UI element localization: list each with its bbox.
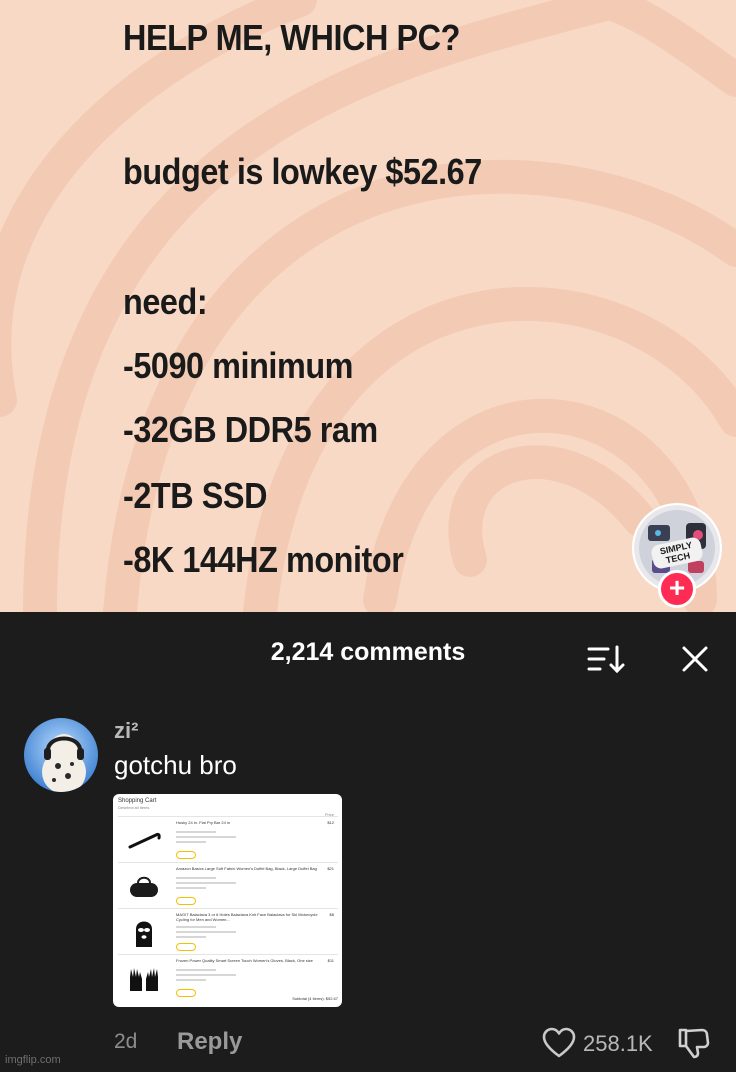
cart-subtotal: Subtotal (4 items): $52.67 (292, 996, 338, 1001)
comment-text: gotchu bro (114, 750, 237, 780)
caption-line: -2TB SSD (123, 475, 268, 516)
cart-item: Husky 24 in. Flat Pry Bar 24 in $12 (118, 816, 338, 863)
cart-item-name: Frozen Power Quality Smart Screen Touch … (176, 958, 313, 963)
comment-timestamp: 2d (114, 1030, 138, 1053)
caption-line: budget is lowkey $52.67 (123, 151, 482, 192)
thumbs-down-icon[interactable] (676, 1026, 712, 1060)
follow-button[interactable]: + (658, 570, 696, 608)
comment-username[interactable]: zi² (114, 718, 138, 744)
swirl-background (0, 0, 736, 612)
reply-button[interactable]: Reply (177, 1028, 242, 1056)
cart-item-price: $21 (327, 866, 334, 871)
cart-item-name: Amazon Basics Large Soft Fabric Women's … (176, 866, 317, 871)
heart-icon[interactable] (542, 1027, 576, 1059)
comments-sheet: 2,214 comments zi² gotchu bro Shopping C… (0, 612, 736, 1072)
cart-item: Amazon Basics Large Soft Fabric Women's … (118, 862, 338, 909)
ski-mask-icon (136, 921, 152, 947)
cart-item: MAGIT Balaclava 3 or 6 Holes Balaclava K… (118, 908, 338, 955)
commenter-avatar[interactable] (24, 718, 98, 792)
caption-line: need: (123, 281, 208, 322)
cart-subtitle: Deselect all items (118, 805, 150, 810)
cart-item: Frozen Power Quality Smart Screen Touch … (118, 954, 338, 1001)
cart-title: Shopping Cart (118, 798, 157, 804)
caption-line: -5090 minimum (123, 345, 354, 386)
comment-attachment-image[interactable]: Shopping Cart Deselect all items Price H… (113, 794, 342, 1007)
cart-item-name: Husky 24 in. Flat Pry Bar 24 in (176, 820, 231, 825)
cart-item-price: $12 (327, 820, 334, 825)
duffel-bag-icon (130, 876, 158, 897)
watermark: imgflip.com (5, 1054, 61, 1066)
sort-icon[interactable] (586, 642, 626, 676)
close-icon[interactable] (678, 642, 712, 676)
video-area[interactable]: HELP ME, WHICH PC? budget is lowkey $52.… (0, 0, 736, 612)
crowbar-icon (128, 832, 161, 849)
cart-item-name: MAGIT Balaclava 3 or 6 Holes Balaclava K… (176, 912, 318, 922)
gloves-icon (130, 968, 158, 991)
cart-item-price: $8 (329, 912, 334, 917)
like-count: 258.1K (583, 1031, 653, 1056)
caption-line: HELP ME, WHICH PC? (123, 17, 460, 58)
caption-line: -8K 144HZ monitor (123, 539, 404, 580)
caption-line: -32GB DDR5 ram (123, 409, 378, 450)
cart-item-price: $11 (327, 958, 334, 963)
